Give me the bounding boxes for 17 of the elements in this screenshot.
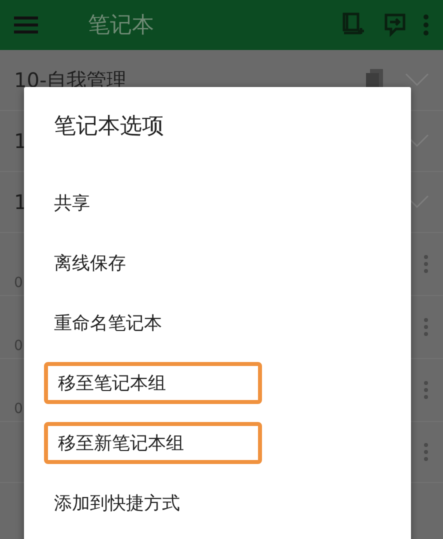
app-title: 笔记本 bbox=[88, 12, 155, 40]
menu-option[interactable]: 共享 bbox=[54, 183, 354, 223]
menu-option[interactable]: 重命名笔记本 bbox=[54, 303, 354, 343]
menu-option[interactable]: 添加到快捷方式 bbox=[54, 483, 354, 523]
more-icon[interactable] bbox=[423, 14, 429, 36]
share-icon[interactable] bbox=[383, 12, 407, 38]
more-icon[interactable] bbox=[423, 442, 429, 462]
notebook-name: 1 bbox=[14, 190, 27, 214]
menu-option[interactable]: 离线保存 bbox=[54, 243, 354, 283]
dialog-title: 笔记本选项 bbox=[54, 113, 164, 141]
menu-option[interactable]: 移至笔记本组 bbox=[44, 362, 262, 404]
menu-icon[interactable] bbox=[14, 16, 38, 34]
more-icon[interactable] bbox=[423, 254, 429, 274]
menu-option[interactable]: 移至新笔记本组 bbox=[44, 422, 262, 464]
more-icon[interactable] bbox=[423, 380, 429, 400]
more-icon[interactable] bbox=[423, 317, 429, 337]
notebook-name: 1 bbox=[14, 129, 27, 153]
